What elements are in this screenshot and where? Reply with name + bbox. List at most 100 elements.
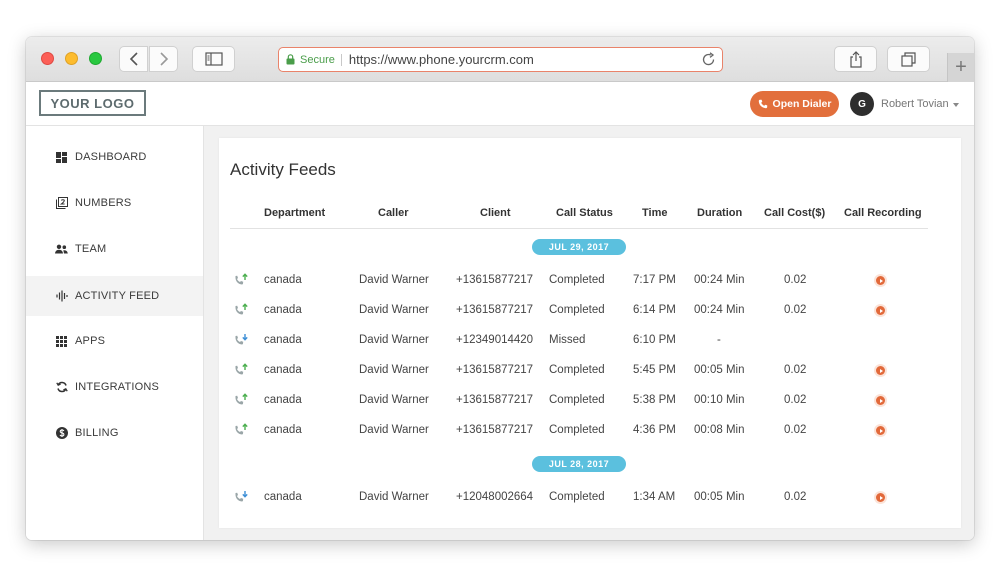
caller-cell: David Warner [359, 274, 429, 286]
sidebar-item-activity-feed[interactable]: ACTIVITY FEED [26, 276, 203, 316]
caller-cell: David Warner [359, 334, 429, 346]
minimize-window-button[interactable] [65, 52, 78, 65]
column-header-caller: Caller [378, 207, 409, 219]
browser-titlebar: Secure https://www.phone.yourcrm.com + [26, 37, 974, 82]
play-recording-button[interactable] [874, 364, 887, 377]
maximize-window-button[interactable] [89, 52, 102, 65]
time-cell: 5:45 PM [633, 364, 676, 376]
duration-cell: - [717, 334, 721, 346]
table-row[interactable]: canada David Warner +12048002664 Complet… [219, 482, 961, 512]
column-header-department: Department [264, 207, 326, 219]
url-separator [340, 53, 342, 66]
outgoing-call-icon [235, 423, 248, 435]
show-tabs-button[interactable] [887, 46, 930, 72]
username[interactable]: Robert Tovian [881, 98, 949, 110]
outgoing-call-icon [235, 363, 248, 375]
client-cell: +12349014420 [456, 334, 534, 346]
time-cell: 4:36 PM [633, 424, 676, 436]
outgoing-call-icon [235, 393, 248, 405]
department-cell: canada [264, 274, 302, 286]
sync-icon [55, 381, 68, 394]
close-window-button[interactable] [41, 52, 54, 65]
open-dialer-label: Open Dialer [772, 98, 832, 110]
phone-icon [758, 99, 767, 109]
status-cell: Missed [549, 334, 586, 346]
sidebar-item-label: BILLING [75, 427, 119, 439]
sidebar: DASHBOARD NUMBERS TEAM ACTIVITY FEED APP… [26, 126, 204, 540]
table-row[interactable]: canada David Warner +13615877217 Complet… [219, 265, 961, 295]
play-recording-button[interactable] [874, 491, 887, 504]
table-row[interactable]: canada David Warner +12349014420 Missed … [219, 325, 961, 355]
play-recording-button[interactable] [874, 304, 887, 317]
main-content: Activity Feeds Department Caller Client … [204, 126, 974, 540]
department-cell: canada [264, 364, 302, 376]
url-text[interactable]: https://www.phone.yourcrm.com [349, 52, 534, 67]
avatar[interactable]: G [850, 92, 874, 116]
time-cell: 7:17 PM [633, 274, 676, 286]
column-header-client: Client [480, 207, 511, 219]
cost-cell: 0.02 [784, 304, 807, 316]
activity-icon [55, 290, 68, 303]
sidebar-toggle-button[interactable] [192, 46, 235, 72]
column-header-call-cost: Call Cost($) [764, 207, 826, 219]
play-icon [879, 428, 883, 433]
column-header-time: Time [642, 207, 668, 219]
caller-cell: David Warner [359, 364, 429, 376]
header-divider [230, 228, 928, 229]
sidebar-item-team[interactable]: TEAM [26, 229, 203, 269]
back-button[interactable] [119, 46, 148, 72]
chevron-left-icon [129, 52, 138, 66]
browser-window: Secure https://www.phone.yourcrm.com + Y… [26, 37, 974, 540]
sidebar-item-dashboard[interactable]: DASHBOARD [26, 137, 203, 177]
lock-icon [286, 54, 295, 65]
cost-cell: 0.02 [784, 491, 807, 503]
play-icon [879, 398, 883, 403]
client-cell: +13615877217 [456, 304, 534, 316]
table-row[interactable]: canada David Warner +13615877217 Complet… [219, 385, 961, 415]
incoming-call-icon [235, 334, 248, 345]
secure-label: Secure [300, 53, 335, 66]
sidebar-item-label: TEAM [75, 243, 107, 255]
forward-button[interactable] [149, 46, 178, 72]
table-row[interactable]: canada David Warner +13615877217 Complet… [219, 295, 961, 325]
department-cell: canada [264, 491, 302, 503]
new-tab-button[interactable]: + [947, 53, 974, 82]
sidebar-item-integrations[interactable]: INTEGRATIONS [26, 367, 203, 407]
duration-cell: 00:24 Min [694, 274, 745, 286]
logo[interactable]: YOUR LOGO [39, 90, 146, 116]
sidebar-item-numbers[interactable]: NUMBERS [26, 183, 203, 223]
duration-cell: 00:05 Min [694, 491, 745, 503]
column-header-call-recording: Call Recording [844, 207, 922, 219]
duration-cell: 00:24 Min [694, 304, 745, 316]
table-row[interactable]: canada David Warner +13615877217 Complet… [219, 355, 961, 385]
client-cell: +12048002664 [456, 491, 534, 503]
client-cell: +13615877217 [456, 424, 534, 436]
caller-cell: David Warner [359, 304, 429, 316]
time-cell: 5:38 PM [633, 394, 676, 406]
play-recording-button[interactable] [874, 424, 887, 437]
play-recording-button[interactable] [874, 274, 887, 287]
sidebar-item-apps[interactable]: APPS [26, 321, 203, 361]
sidebar-icon [204, 52, 223, 66]
department-cell: canada [264, 334, 302, 346]
incoming-call-icon [235, 491, 248, 502]
duration-cell: 00:10 Min [694, 394, 745, 406]
share-button[interactable] [834, 46, 877, 72]
caret-down-icon[interactable] [953, 103, 959, 107]
date-badge: JUL 28, 2017 [532, 456, 626, 472]
time-cell: 1:34 AM [633, 491, 676, 503]
sidebar-item-billing[interactable]: BILLING [26, 413, 203, 453]
sidebar-item-label: DASHBOARD [75, 151, 147, 163]
status-cell: Completed [549, 491, 605, 503]
address-bar[interactable]: Secure https://www.phone.yourcrm.com [278, 47, 723, 72]
play-recording-button[interactable] [874, 394, 887, 407]
play-icon [879, 278, 883, 283]
reload-icon[interactable] [701, 52, 716, 67]
table-row[interactable]: canada David Warner +13615877217 Complet… [219, 415, 961, 445]
status-cell: Completed [549, 424, 605, 436]
open-dialer-button[interactable]: Open Dialer [750, 91, 839, 117]
numbers-icon [55, 197, 68, 210]
apps-grid-icon [55, 335, 68, 348]
status-cell: Completed [549, 394, 605, 406]
client-cell: +13615877217 [456, 274, 534, 286]
